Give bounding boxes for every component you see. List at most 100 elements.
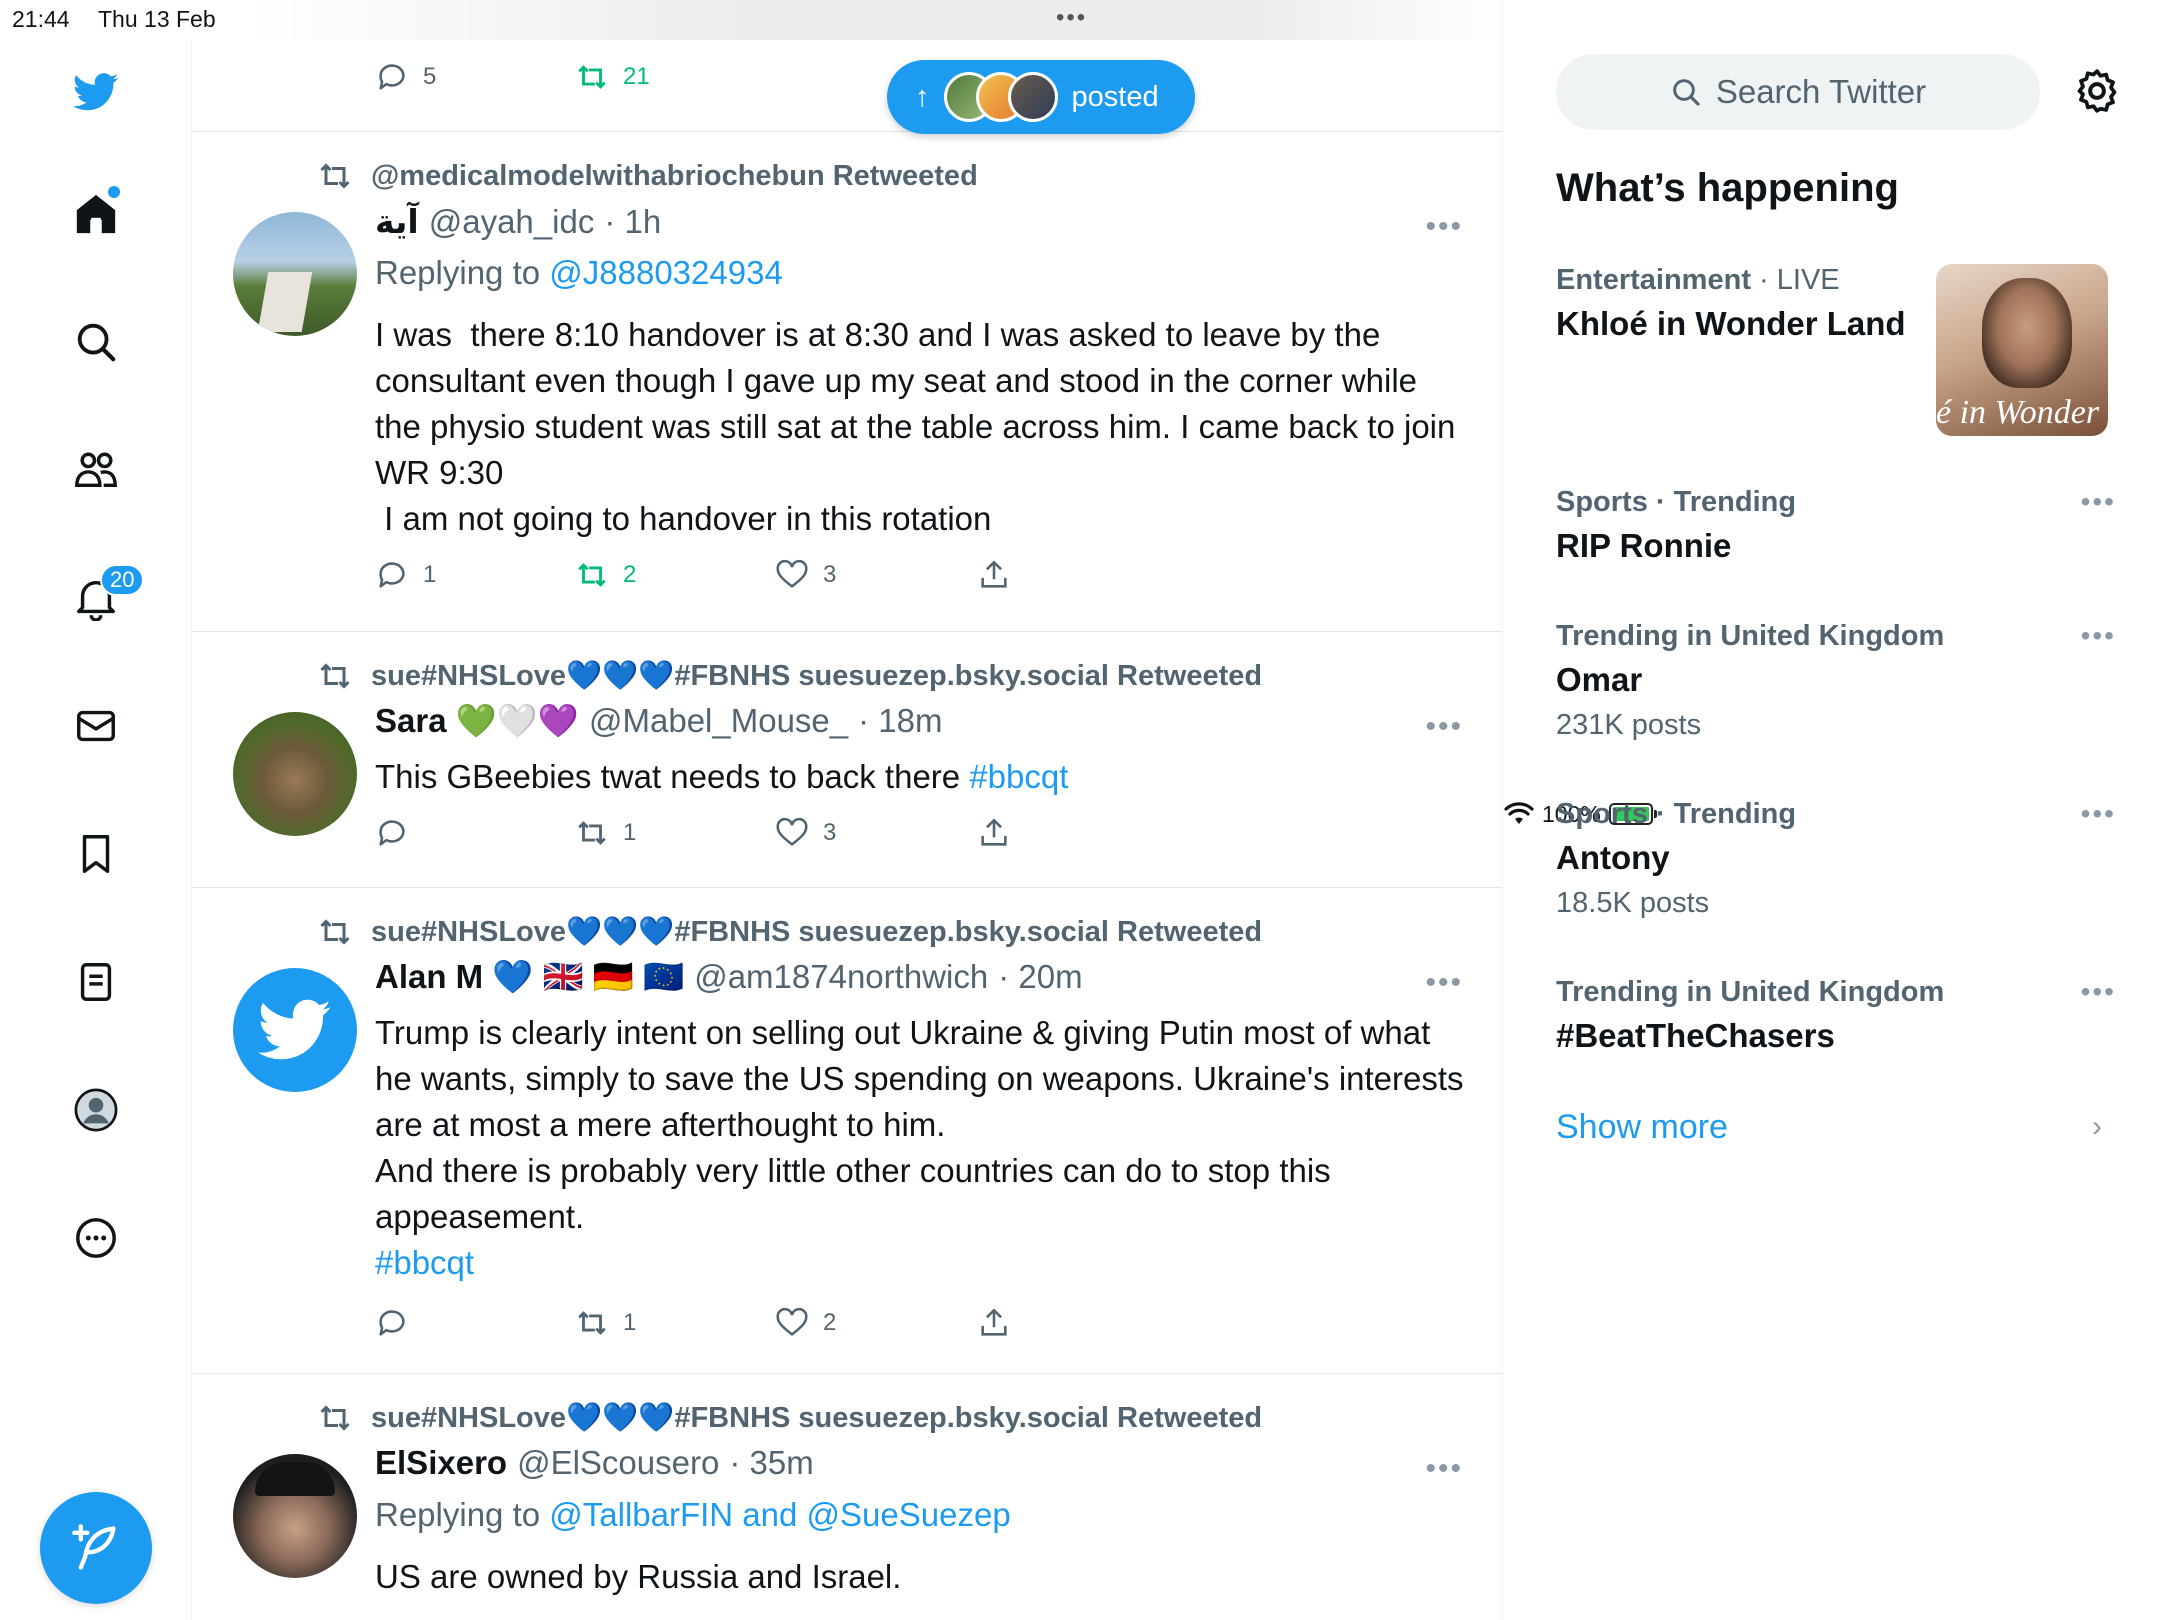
notifications-icon[interactable]: 20 — [66, 564, 145, 628]
heart-icon — [776, 817, 808, 846]
user-handle[interactable]: @ayah_idc — [429, 203, 595, 241]
tweet-more-icon[interactable]: ••• — [1425, 210, 1463, 244]
new-posts-avatars — [943, 72, 1058, 122]
avatar[interactable] — [233, 1454, 357, 1578]
trend-title: Antony — [1556, 839, 1670, 876]
reply-button[interactable] — [375, 1306, 423, 1340]
tweet-more-icon[interactable]: ••• — [1425, 710, 1463, 744]
trend-more-icon[interactable]: ••• — [2081, 798, 2116, 830]
retweet-button[interactable]: 21 — [575, 60, 650, 94]
tweet-more-icon[interactable]: ••• — [1425, 1452, 1463, 1486]
trend-title: Khloé in Wonder Land — [1556, 305, 1906, 342]
show-more-link[interactable]: Show more — [1556, 1108, 1728, 1147]
trend-more-icon[interactable]: ••• — [2081, 976, 2116, 1008]
arrow-up-icon: ↑ — [915, 80, 930, 113]
trend-item[interactable]: Sports · Trending Antony 18.5K posts ••• — [1556, 798, 2116, 920]
user-handle[interactable]: @ElScousero — [517, 1444, 719, 1482]
reply-button[interactable]: 5 — [375, 60, 436, 94]
retweet-button[interactable]: 2 — [575, 558, 636, 592]
display-name[interactable]: ElSixero — [375, 1444, 507, 1482]
retweeted-by: sue#NHSLove💙💙💙#FBNHS suesuezep.bsky.soci… — [317, 658, 1262, 694]
like-button[interactable]: 3 — [775, 558, 836, 592]
communities-icon[interactable] — [66, 440, 126, 500]
feather-plus-icon — [72, 1524, 116, 1570]
reply-button[interactable]: 1 — [375, 558, 436, 592]
retweeted-by-label: sue#NHSLove💙💙💙#FBNHS suesuezep.bsky.soci… — [371, 1402, 1263, 1434]
share-button[interactable] — [977, 558, 1011, 592]
retweet-count: 2 — [623, 561, 637, 588]
hashtag-link[interactable]: #bbcqt — [969, 758, 1068, 795]
new-posts-pill[interactable]: ↑ posted — [887, 60, 1195, 134]
tweet-header: آية @ayah_idc · 1h — [375, 202, 661, 241]
share-button[interactable] — [977, 1306, 1011, 1340]
tweet-time[interactable]: · 35m — [729, 1444, 813, 1482]
like-button[interactable]: 2 — [775, 1306, 836, 1340]
retweeted-by-label: @medicalmodelwithabriochebun Retweeted — [371, 159, 978, 192]
avatar[interactable] — [233, 968, 357, 1092]
home-icon[interactable] — [66, 184, 126, 244]
replying-to-prefix: Replying to — [375, 254, 550, 291]
retweet-button[interactable]: 1 — [575, 1306, 636, 1340]
trend-thumbnail[interactable]: é in Wonder L — [1936, 264, 2108, 436]
trend-title: Omar — [1556, 661, 1643, 698]
like-button[interactable]: 3 — [775, 816, 836, 850]
trend-item[interactable]: Trending in United Kingdom #BeatTheChase… — [1556, 976, 2116, 1055]
compose-tweet-button[interactable] — [40, 1492, 152, 1604]
lists-icon[interactable] — [66, 952, 126, 1012]
tweet-time[interactable]: · 1h — [604, 203, 661, 241]
retweet-icon — [578, 1311, 606, 1335]
reply-button[interactable] — [375, 816, 423, 850]
more-options-icon[interactable] — [66, 1208, 126, 1268]
trend-post-count: 18.5K posts — [1556, 887, 1710, 919]
trend-live: · LIVE — [1750, 264, 1840, 296]
retweet-button[interactable]: 1 — [575, 816, 636, 850]
tweet[interactable]: sue#NHSLove💙💙💙#FBNHS suesuezep.bsky.soci… — [193, 888, 1502, 1374]
tweet-time[interactable]: · 18m — [858, 702, 942, 740]
timeline: 5 21 ↑ posted @medicalmodelwithabriocheb… — [193, 0, 1503, 1620]
tweet-partial[interactable]: 5 21 — [193, 0, 1502, 132]
tweet[interactable]: sue#NHSLove💙💙💙#FBNHS suesuezep.bsky.soci… — [193, 1374, 1502, 1620]
avatar[interactable] — [233, 212, 357, 336]
reply-icon — [379, 1310, 405, 1336]
status-time: 21:44 — [12, 6, 70, 32]
messages-icon[interactable] — [66, 696, 126, 756]
display-name[interactable]: Alan M 💙 🇬🇧 🇩🇪 🇪🇺 — [375, 958, 684, 997]
profile-avatar-icon[interactable] — [66, 1080, 126, 1140]
display-name[interactable]: آية — [375, 202, 419, 241]
heart-icon — [776, 559, 808, 588]
chevron-right-icon[interactable]: › — [2092, 1110, 2102, 1144]
tweet[interactable]: @medicalmodelwithabriochebun Retweeted آ… — [193, 132, 1502, 632]
trend-category: Sports · Trending — [1556, 798, 1797, 830]
share-button[interactable] — [977, 816, 1011, 850]
trend-more-icon[interactable]: ••• — [2081, 620, 2116, 652]
trend-meta: Trending in United Kingdom — [1556, 620, 2116, 653]
tweet[interactable]: sue#NHSLove💙💙💙#FBNHS suesuezep.bsky.soci… — [193, 632, 1502, 888]
display-name[interactable]: Sara 💚🤍💜 — [375, 702, 579, 741]
user-handle[interactable]: @am1874northwich — [694, 958, 988, 996]
trend-item[interactable]: Trending in United Kingdom Omar 231K pos… — [1556, 620, 2116, 742]
retweet-icon — [578, 65, 606, 89]
trend-category: Trending in United Kingdom — [1556, 976, 1945, 1008]
user-handle[interactable]: @Mabel_Mouse_ — [589, 702, 848, 740]
mini-avatar — [1007, 72, 1058, 122]
trend-category: Trending in United Kingdom — [1556, 620, 1945, 652]
hashtag-link[interactable]: #bbcqt — [375, 1244, 474, 1281]
trend-item[interactable]: Sports · Trending RIP Ronnie ••• — [1556, 486, 2116, 565]
tweet-text: I was there 8:10 handover is at 8:30 and… — [375, 316, 1456, 537]
search-icon[interactable] — [66, 312, 126, 372]
replying-to-link[interactable]: @J8880324934 — [549, 254, 783, 291]
retweeted-by: @medicalmodelwithabriochebun Retweeted — [317, 158, 978, 194]
bookmarks-icon[interactable] — [66, 824, 126, 884]
replying-to-link[interactable]: @TallbarFIN and @SueSuezep — [549, 1496, 1010, 1533]
settings-gear-icon[interactable] — [2072, 66, 2122, 116]
avatar[interactable] — [233, 712, 357, 836]
trend-item[interactable]: Entertainment · LIVE Khloé in Wonder Lan… — [1556, 264, 1936, 343]
trend-more-icon[interactable]: ••• — [2081, 486, 2116, 518]
left-nav: 20 — [0, 40, 192, 1620]
search-input[interactable]: Search Twitter — [1556, 54, 2040, 130]
tweet-time[interactable]: · 20m — [998, 958, 1082, 996]
twitter-logo-icon[interactable] — [66, 62, 126, 122]
heart-icon — [776, 1307, 808, 1336]
tweet-more-icon[interactable]: ••• — [1425, 966, 1463, 1000]
retweeted-by: sue#NHSLove💙💙💙#FBNHS suesuezep.bsky.soci… — [317, 1400, 1262, 1436]
